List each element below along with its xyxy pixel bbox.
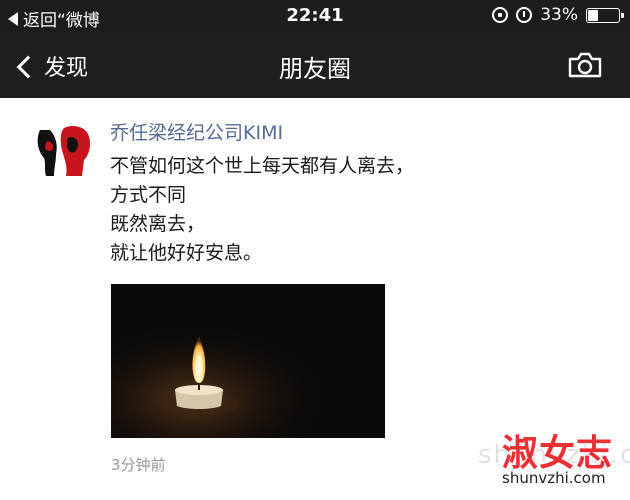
post-timestamp: 3分钟前 (111, 456, 166, 474)
post-line: 不管如何这个世上每天都有人离去， (110, 155, 415, 177)
battery-percent: 33% (540, 5, 578, 25)
alarm-icon (516, 7, 533, 23)
post-line: 既然离去， (110, 213, 206, 235)
camera-icon[interactable] (568, 52, 602, 78)
battery-level (588, 9, 598, 21)
post-line: 就让他好好安息。 (110, 242, 263, 264)
avatar[interactable] (34, 120, 96, 182)
battery-icon (586, 7, 624, 23)
status-bar: 返回“微博 22:41 33% (0, 0, 630, 32)
rotation-lock-icon (492, 7, 509, 23)
page-title: 朋友圈 (279, 55, 351, 83)
candle-photo[interactable] (111, 284, 385, 438)
post-text: 不管如何这个世上每天都有人离去， 方式不同 既然离去， 就让他好好安息。 (110, 152, 414, 268)
watermark-url: shunvzhi.com (502, 469, 606, 487)
author-name-link[interactable]: 乔任梁经纪公司KIMI (110, 118, 283, 145)
nav-bar: 发现 朋友圈 (0, 32, 630, 98)
status-icons: 33% (492, 5, 624, 25)
post-line: 方式不同 (110, 184, 187, 206)
